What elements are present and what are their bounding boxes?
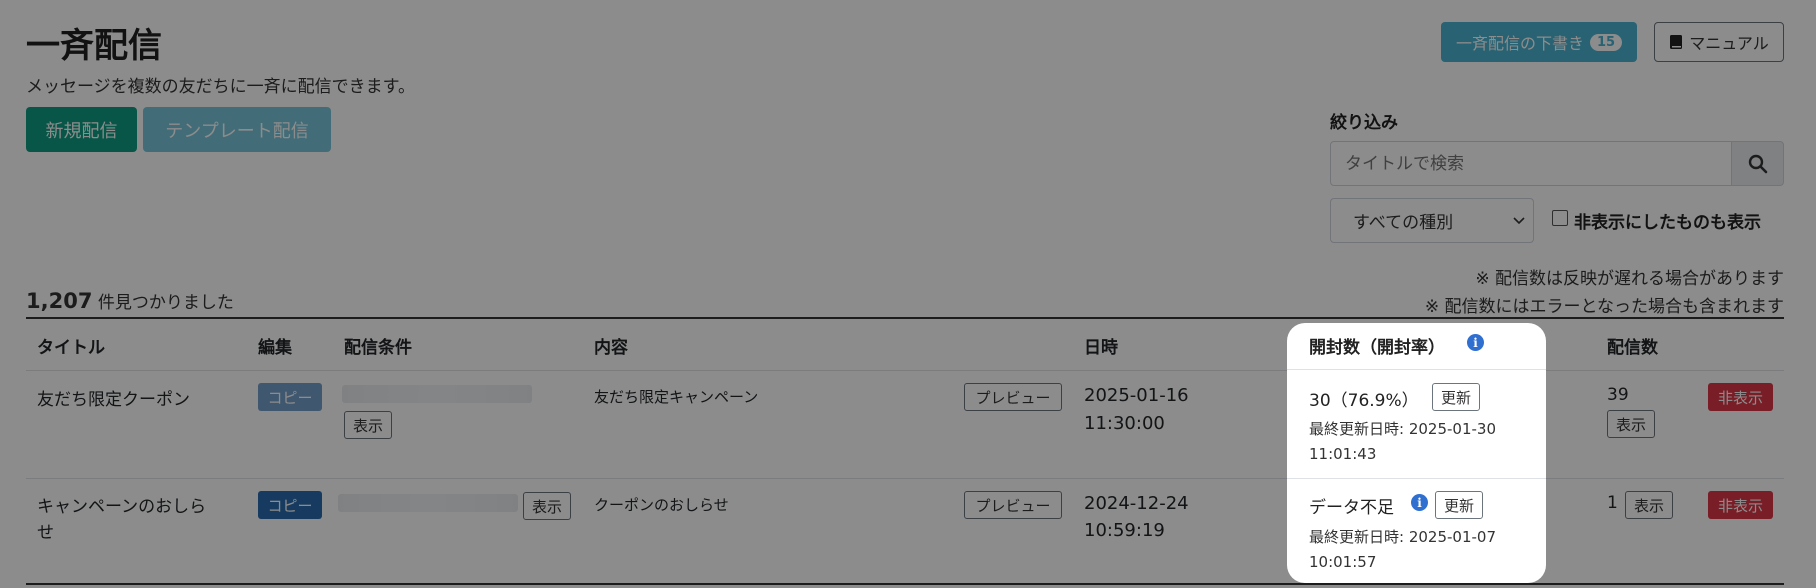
condition-blurred xyxy=(342,385,532,403)
header-sent: 配信数 xyxy=(1607,338,1658,358)
row-title-line1: キャンペーンのおしら xyxy=(37,497,207,517)
header-content: 内容 xyxy=(594,338,628,358)
condition-show-button[interactable]: 表示 xyxy=(523,492,571,520)
new-broadcast-label: 新規配信 xyxy=(45,120,118,142)
show-hidden-label[interactable]: 非表示にしたものも表示 xyxy=(1574,208,1761,233)
table-bottom-border xyxy=(26,583,1784,585)
refresh-button[interactable]: 更新 xyxy=(1435,491,1483,519)
row-time: 11:30:00 xyxy=(1084,413,1165,434)
title-search-input[interactable] xyxy=(1330,141,1732,186)
row-sent: 1 xyxy=(1607,493,1618,513)
updated-at-label: 最終更新日時: 2025-01-07 xyxy=(1309,528,1496,546)
header-edit: 編集 xyxy=(258,338,292,358)
search-button[interactable] xyxy=(1731,141,1784,186)
spot-row-divider xyxy=(1287,478,1546,479)
condition-show-label: 表示 xyxy=(531,497,562,516)
new-broadcast-button[interactable]: 新規配信 xyxy=(26,107,137,152)
hide-button[interactable]: 非表示 xyxy=(1708,383,1773,411)
refresh-label: 更新 xyxy=(1443,496,1474,515)
copy-button[interactable]: コピー xyxy=(258,491,322,519)
table-top-border xyxy=(26,317,1784,319)
row-title: 友だち限定クーポン xyxy=(37,390,190,410)
drafts-label: 一斉配信の下書き xyxy=(1455,34,1584,53)
spot-header-divider xyxy=(1287,369,1546,370)
type-select[interactable]: すべての種別 xyxy=(1330,198,1534,243)
updated-at-time: 10:01:57 xyxy=(1309,553,1377,571)
open-rate-highlight: 開封数（開封率） i 30（76.9%） 更新 最終更新日時: 2025-01-… xyxy=(1287,323,1546,583)
row-sent: 39 xyxy=(1607,385,1629,405)
manual-label: マニュアル xyxy=(1689,34,1769,53)
copy-label: コピー xyxy=(267,496,313,515)
page-subtitle: メッセージを複数の友だちに一斉に配信できます。 xyxy=(26,77,415,97)
copy-button[interactable]: コピー xyxy=(258,383,322,411)
result-count-number: 1,207 xyxy=(26,289,93,313)
hide-button[interactable]: 非表示 xyxy=(1708,491,1773,519)
show-hidden-checkbox[interactable] xyxy=(1552,210,1568,226)
hide-label: 非表示 xyxy=(1717,388,1763,407)
drafts-button[interactable]: 一斉配信の下書き 15 xyxy=(1441,22,1637,62)
manual-button[interactable]: マニュアル xyxy=(1654,22,1784,62)
refresh-label: 更新 xyxy=(1440,388,1471,407)
hide-label: 非表示 xyxy=(1717,496,1763,515)
template-broadcast-button[interactable]: テンプレート配信 xyxy=(143,107,331,152)
copy-label: コピー xyxy=(267,388,313,407)
preview-label: プレビュー xyxy=(975,496,1051,515)
type-select-value: すべての種別 xyxy=(1353,213,1454,233)
chevron-down-icon xyxy=(1513,217,1525,225)
template-broadcast-label: テンプレート配信 xyxy=(165,120,309,142)
condition-show-button[interactable]: 表示 xyxy=(344,411,392,439)
header-open-rate: 開封数（開封率） xyxy=(1309,338,1445,358)
header-title: タイトル xyxy=(37,338,105,358)
result-count: 1,207 件見つかりました xyxy=(26,288,234,313)
sent-show-label: 表示 xyxy=(1615,415,1646,434)
info-icon[interactable]: i xyxy=(1467,334,1484,351)
preview-label: プレビュー xyxy=(975,388,1051,407)
sent-show-label: 表示 xyxy=(1633,496,1664,515)
sent-show-button[interactable]: 表示 xyxy=(1625,491,1673,519)
search-icon xyxy=(1748,154,1767,173)
updated-at-label: 最終更新日時: 2025-01-30 xyxy=(1309,420,1496,438)
row-content: 友だち限定キャンペーン xyxy=(594,388,759,406)
preview-button[interactable]: プレビュー xyxy=(964,383,1062,411)
open-value: 30（76.9%） xyxy=(1309,391,1419,411)
preview-button[interactable]: プレビュー xyxy=(964,491,1062,519)
row-time: 10:59:19 xyxy=(1084,520,1165,541)
sent-show-button[interactable]: 表示 xyxy=(1607,410,1655,438)
info-icon[interactable]: i xyxy=(1411,494,1428,511)
row-date: 2025-01-16 xyxy=(1084,385,1189,406)
condition-blurred xyxy=(338,494,518,512)
row-title-line2: せ xyxy=(37,523,54,543)
result-count-suffix: 件見つかりました xyxy=(97,293,234,313)
open-value: データ不足 xyxy=(1309,498,1394,518)
header-datetime: 日時 xyxy=(1084,338,1118,358)
header-condition: 配信条件 xyxy=(344,338,412,358)
condition-show-label: 表示 xyxy=(352,416,383,435)
row-date: 2024-12-24 xyxy=(1084,493,1189,514)
updated-at-time: 11:01:43 xyxy=(1309,445,1377,463)
book-icon xyxy=(1670,35,1683,49)
page-title: 一斉配信 xyxy=(26,26,162,66)
filter-heading: 絞り込み xyxy=(1330,113,1398,133)
row-content: クーポンのおしらせ xyxy=(594,496,729,514)
drafts-count-badge: 15 xyxy=(1589,33,1623,51)
note-delay: ※ 配信数は反映が遅れる場合があります xyxy=(1475,269,1784,289)
refresh-button[interactable]: 更新 xyxy=(1432,383,1480,411)
note-errors: ※ 配信数にはエラーとなった場合も含まれます xyxy=(1424,297,1784,317)
